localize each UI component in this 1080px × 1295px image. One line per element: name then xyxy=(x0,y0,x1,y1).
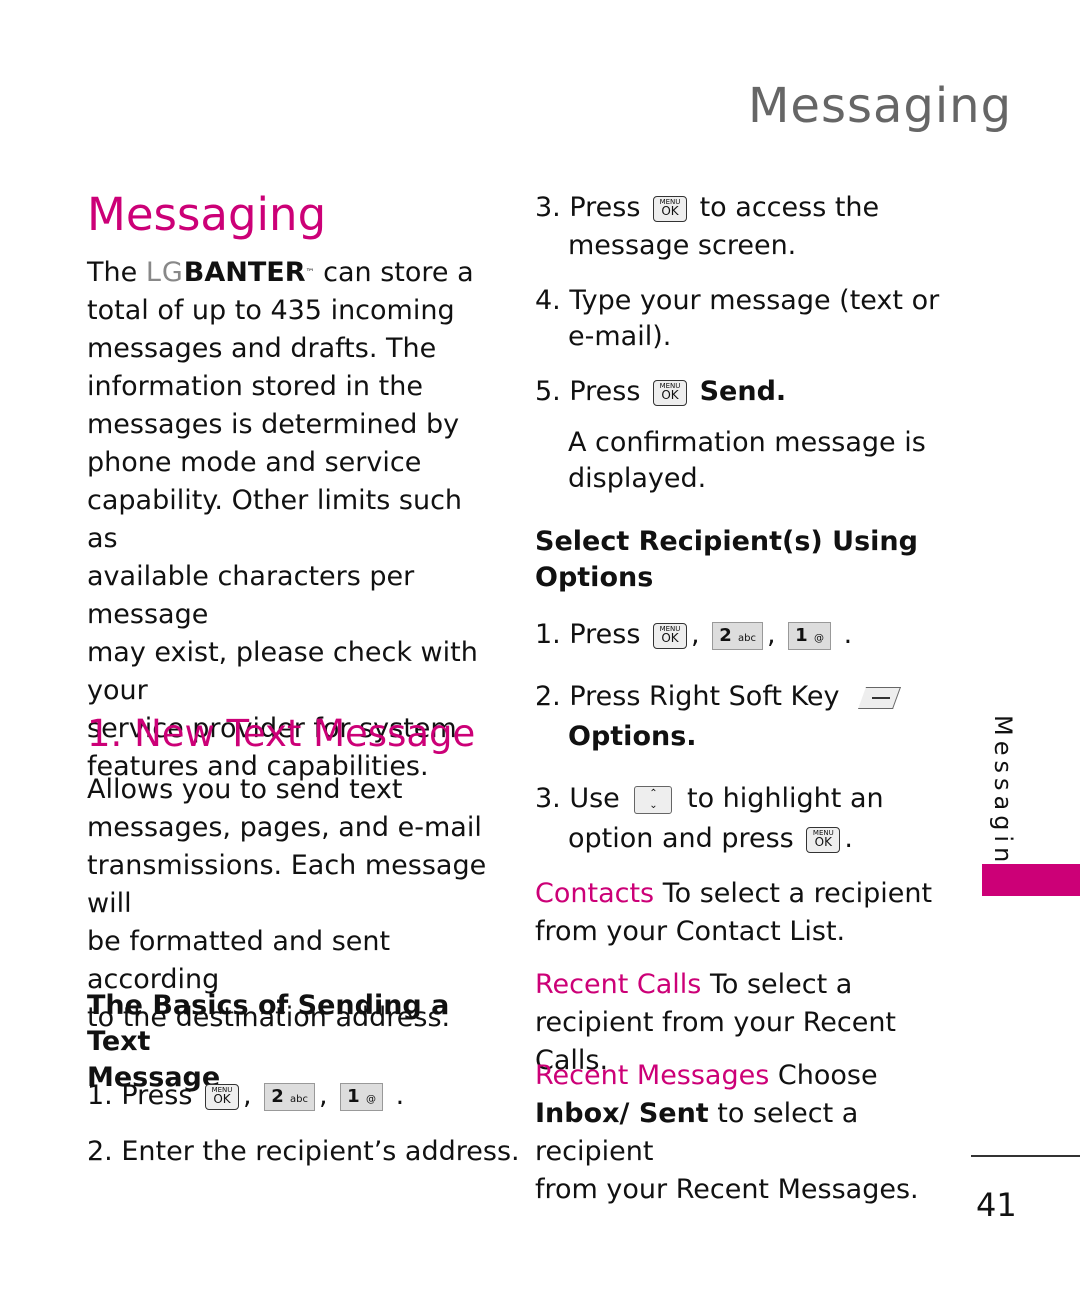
intro-line: messages is determined by xyxy=(87,409,460,440)
separator: , xyxy=(766,619,776,650)
subhead-select-recipients: Select Recipient(s) Using Options xyxy=(535,524,935,596)
step-end: . xyxy=(844,823,853,854)
step-text: 3. Press xyxy=(535,192,641,223)
note-line: A confirmation message is xyxy=(568,427,926,458)
menu-ok-key-icon: MENU OK xyxy=(205,1083,239,1110)
menu-ok-key-icon: MENU OK xyxy=(806,826,841,853)
send-label: Send. xyxy=(699,376,787,407)
step-text: 5. Press xyxy=(535,376,641,407)
separator: , xyxy=(318,1080,328,1111)
option-desc: from your Contact List. xyxy=(535,916,846,947)
menu-ok-key-icon: MENU OK xyxy=(653,379,687,406)
basics-step-2: 2. Enter the recipient’s address. xyxy=(87,1136,520,1167)
note-line: displayed. xyxy=(568,463,707,494)
separator: , xyxy=(691,619,700,650)
step-text: message screen. xyxy=(568,230,797,261)
step-text: 2. Press Right Soft Key xyxy=(535,681,840,712)
section-line: transmissions. Each message will xyxy=(87,850,487,919)
trademark-symbol: ™ xyxy=(305,268,315,278)
navigation-key-up-down-icon: ⌃ ⌄ xyxy=(634,785,673,814)
options-label: Options. xyxy=(568,721,697,752)
intro-line: capability. Other limits such as xyxy=(87,485,463,554)
step-text: 3. Use xyxy=(535,783,620,814)
option-contacts: Contacts To select a recipient from your… xyxy=(535,875,935,951)
options-step-2: 2. Press Right Soft Key Options. xyxy=(535,677,902,757)
side-tab-label: Messaging xyxy=(989,715,1017,888)
intro-prefix: The xyxy=(87,257,138,288)
inbox-sent-label: Inbox/ Sent xyxy=(535,1098,709,1129)
section-title-new-text-message: 1. New Text Message xyxy=(87,712,476,755)
option-term-recent-messages: Recent Messages xyxy=(535,1060,770,1091)
step-text: 1. Press xyxy=(535,619,641,650)
menu-ok-key-icon: MENU OK xyxy=(653,622,687,649)
confirmation-note: A confirmation message is displayed. xyxy=(535,425,926,497)
subhead-line: The Basics of Sending a Text xyxy=(87,990,450,1057)
options-step-1: 1. Press MENU OK, 2 abc, 1 @ . xyxy=(535,616,852,654)
brand-lg-logo: LG xyxy=(145,257,184,288)
intro-paragraph: The LGBANTER™ can store a total of up to… xyxy=(87,254,487,786)
option-desc: from your Recent Messages. xyxy=(535,1174,919,1205)
option-recent-messages: Recent Messages Choose Inbox/ Sent to se… xyxy=(535,1057,935,1209)
key-1-voicemail-icon: 1 @ xyxy=(788,621,831,650)
step-text: option and press xyxy=(568,823,794,854)
intro-line: information stored in the xyxy=(87,371,423,402)
option-desc: To select a recipient xyxy=(654,878,933,909)
intro-line: total of up to 435 incoming xyxy=(87,295,455,326)
options-step-3: 3. Use ⌃ ⌄ to highlight an option and pre… xyxy=(535,779,884,859)
menu-ok-key-icon: MENU OK xyxy=(653,195,687,222)
step-end: . xyxy=(395,1080,405,1111)
intro-line: can store a xyxy=(323,257,474,288)
page-title: Messaging xyxy=(87,188,327,241)
right-step-5: 5. Press MENU OK Send. xyxy=(535,373,786,411)
right-step-3: 3. Press MENU OK to access the message sc… xyxy=(535,189,879,265)
key-1-voicemail-icon: 1 @ xyxy=(340,1082,383,1111)
key-2-abc-icon: 2 abc xyxy=(264,1082,315,1111)
right-step-4: 4. Type your message (text or e-mail). xyxy=(535,283,939,355)
intro-line: may exist, please check with your xyxy=(87,637,478,706)
option-term-recent-calls: Recent Calls xyxy=(535,969,702,1000)
brand-banter-logo: BANTER xyxy=(183,257,306,288)
separator: , xyxy=(243,1080,252,1111)
option-desc: Choose xyxy=(769,1060,878,1091)
running-header-title: Messaging xyxy=(748,78,1013,134)
key-2-abc-icon: 2 abc xyxy=(712,621,763,650)
section-line: Allows you to send text xyxy=(87,774,403,805)
section-line: messages, pages, and e-mail xyxy=(87,812,482,843)
intro-line: available characters per message xyxy=(87,561,415,630)
option-term-contacts: Contacts xyxy=(535,878,655,909)
option-desc: To select a xyxy=(701,969,853,1000)
step-end: . xyxy=(843,619,853,650)
intro-line: phone mode and service xyxy=(87,447,422,478)
basics-step-1: 1. Press MENU OK, 2 abc, 1 @ . xyxy=(87,1077,404,1115)
step-text: to access the xyxy=(699,192,880,223)
step-text: 4. Type your message (text or xyxy=(535,285,940,316)
footer-rule xyxy=(971,1155,1080,1157)
side-tab-marker xyxy=(982,864,1080,896)
intro-line: messages and drafts. The xyxy=(87,333,437,364)
right-soft-key-icon xyxy=(858,686,902,709)
subhead-line: Select Recipient(s) Using xyxy=(535,526,918,557)
step-text: e-mail). xyxy=(568,321,672,352)
step-text: 1. Press xyxy=(87,1080,193,1111)
subhead-line: Options xyxy=(535,562,654,593)
step-text: to highlight an xyxy=(686,783,884,814)
page-number: 41 xyxy=(976,1186,1017,1224)
